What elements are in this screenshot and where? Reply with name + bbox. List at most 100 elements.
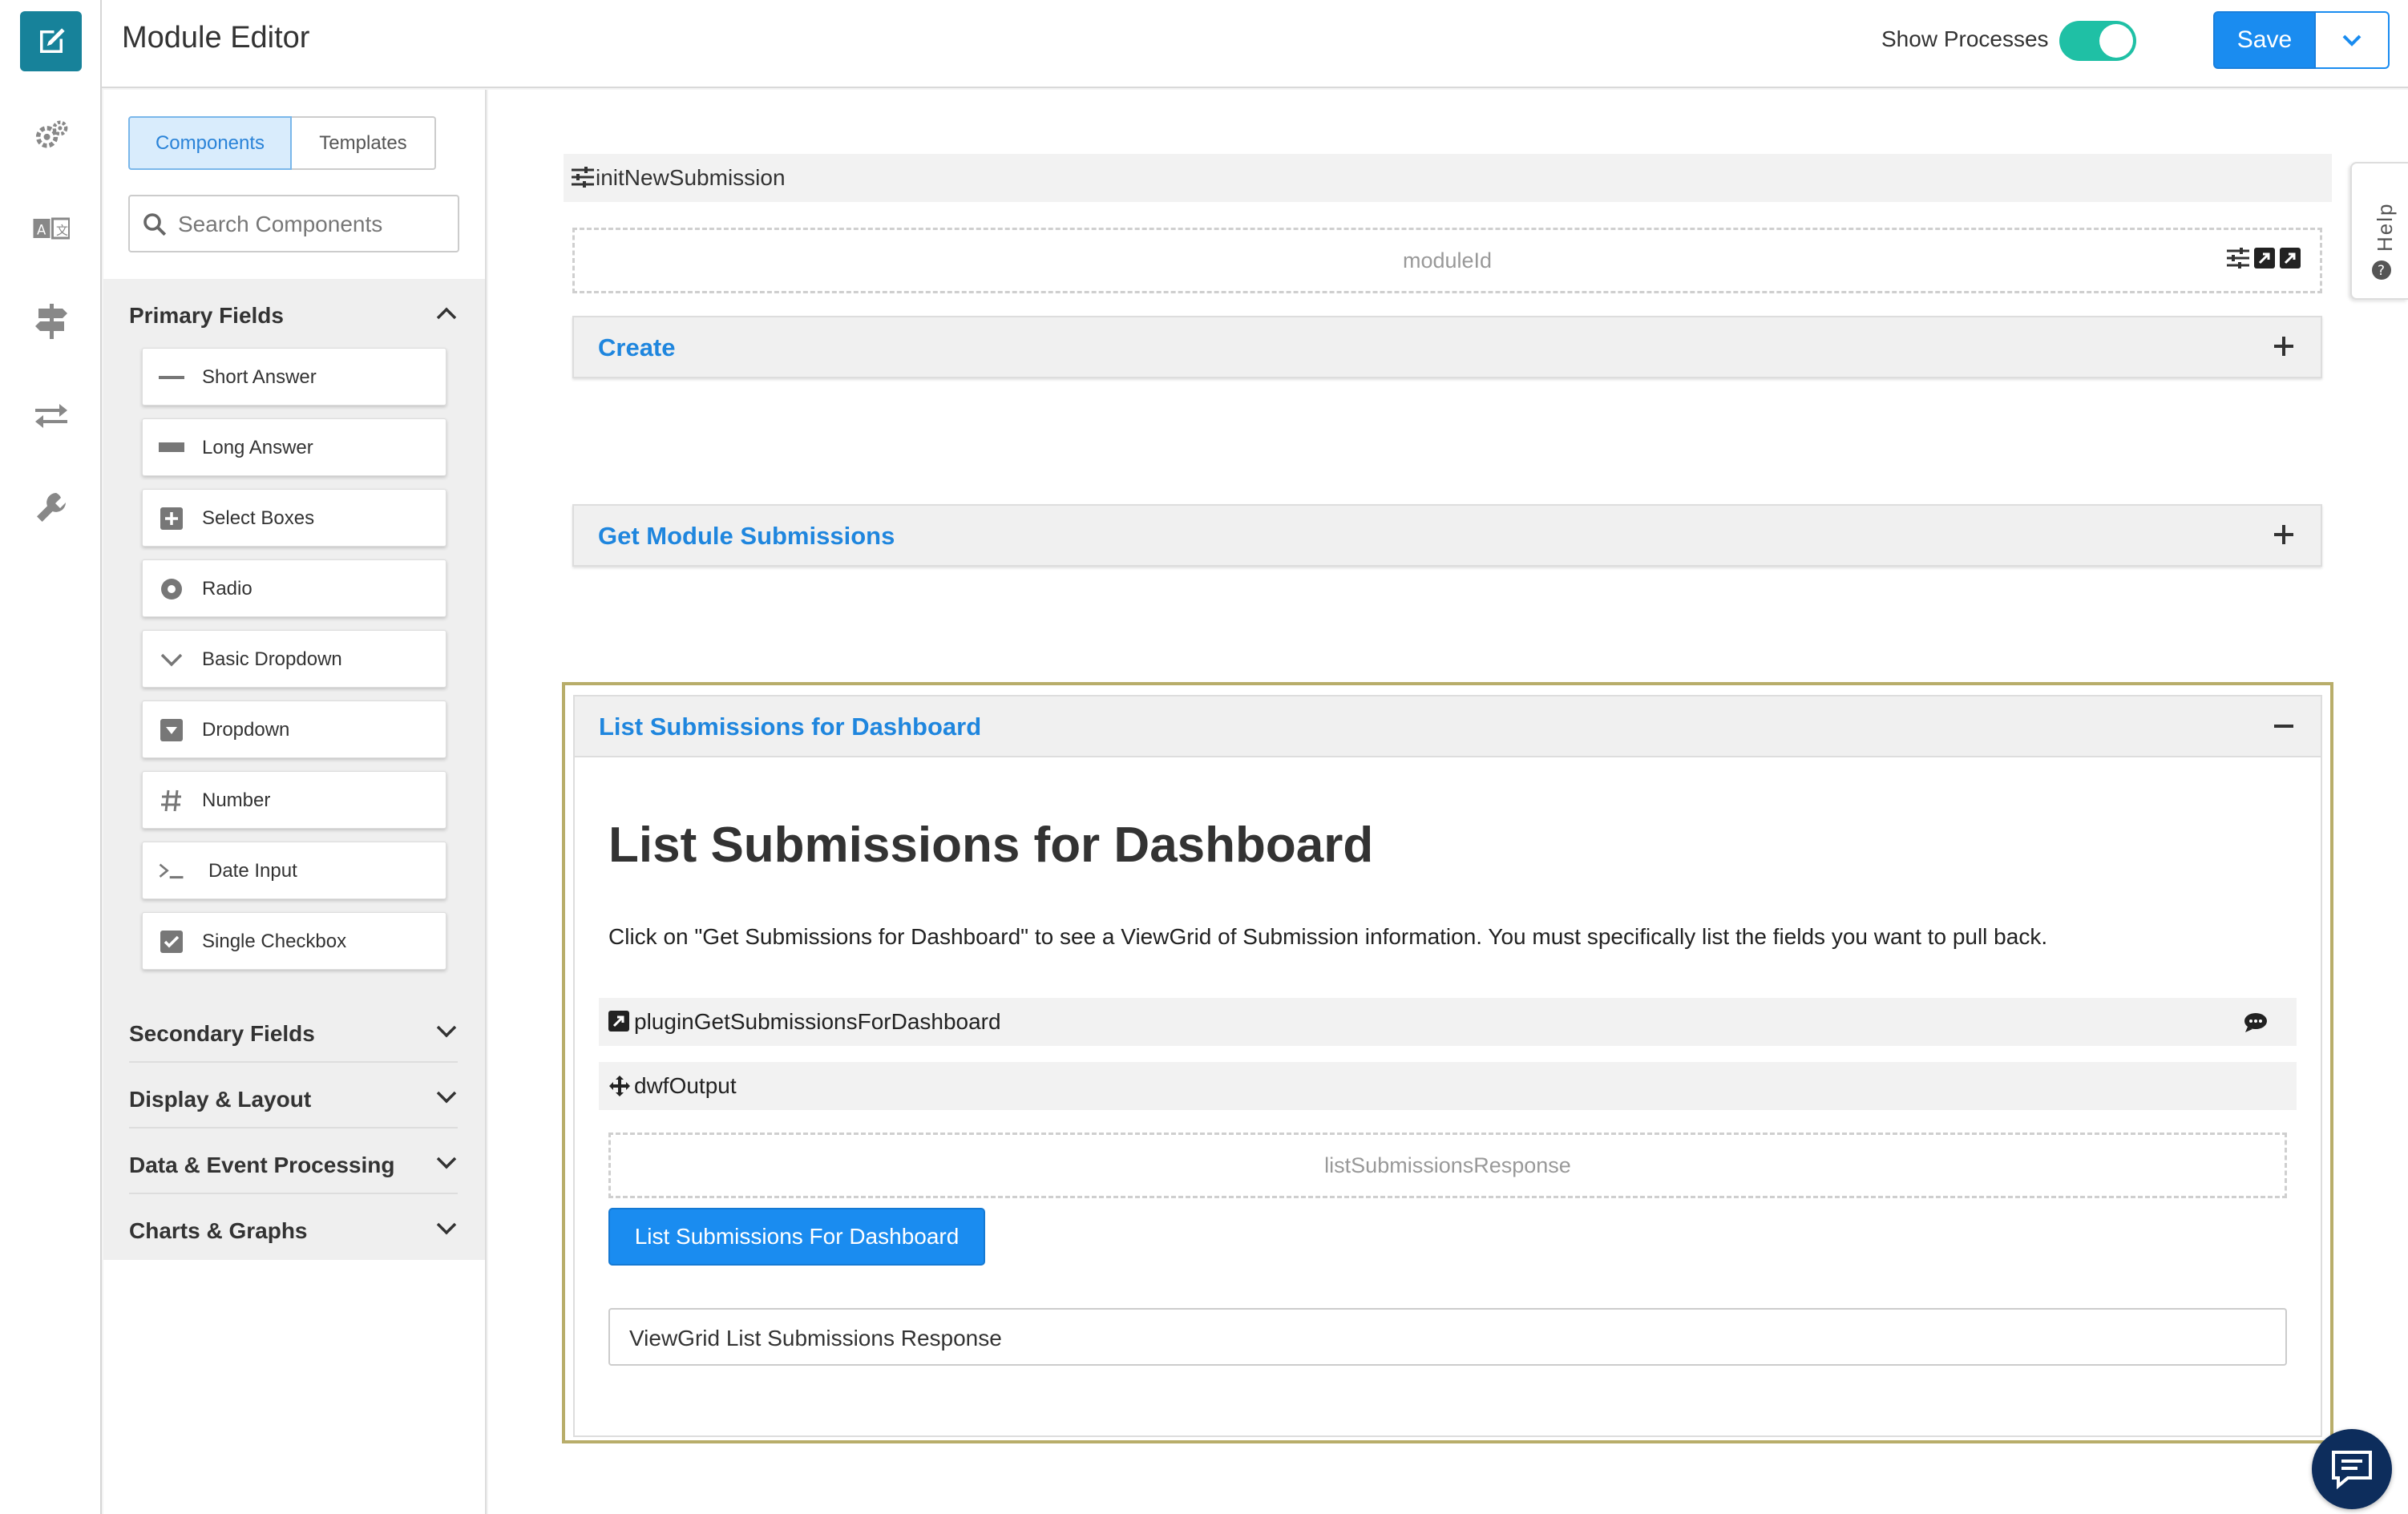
component-label: Date Input [208,860,297,882]
chevron-down-icon [436,1157,457,1169]
hashtag-icon [159,788,184,814]
plugin-name: pluginGetSubmissionsForDashboard [634,1009,1001,1034]
gears-icon[interactable] [31,115,71,155]
field-key: listSubmissionsResponse [1324,1153,1571,1177]
component-label: Short Answer [202,366,317,388]
plugin-icon[interactable] [2280,248,2301,268]
plugin-icon [608,1011,629,1032]
module-id-field[interactable]: moduleId [572,228,2322,293]
component-long-answer[interactable]: Long Answer [142,418,446,476]
icon-rail: A文 [0,0,102,1514]
sidebar-tabs: Components Templates [128,116,436,170]
component-label: Single Checkbox [202,931,347,952]
component-dropdown[interactable]: Dropdown [142,700,446,758]
component-label: Select Boxes [202,507,315,529]
page-title: Module Editor [122,21,310,55]
wrench-icon[interactable] [31,487,71,527]
chat-icon [2332,1451,2372,1489]
caret-square-down-icon [159,717,184,743]
svg-text:?: ? [2378,263,2385,279]
chevron-down-icon [436,1025,457,1038]
chat-button[interactable] [2312,1429,2392,1509]
translate-icon[interactable]: A文 [31,208,71,248]
radio-icon [159,576,184,602]
minus-icon[interactable] [2269,712,2298,741]
plus-icon[interactable] [2269,520,2298,549]
chevron-down-icon [159,647,184,672]
tab-components[interactable]: Components [128,116,292,170]
list-submissions-button[interactable]: List Submissions For Dashboard [608,1208,985,1266]
section-description: Click on "Get Submissions for Dashboard"… [608,924,2048,949]
svg-text:文: 文 [56,224,68,238]
component-number[interactable]: Number [142,771,446,829]
top-bar: Module Editor Show Processes Save [102,0,2408,88]
sidebar-header: Components Templates [103,90,485,279]
category-label: Primary Fields [129,303,284,328]
category-primary-fields[interactable]: Primary Fields [103,284,485,348]
chevron-down-icon [436,1222,457,1235]
search-input[interactable] [178,204,450,244]
panel-get-module-submissions[interactable]: Get Module Submissions [572,504,2322,567]
category-label: Secondary Fields [129,1021,315,1046]
category-display-layout[interactable]: Display & Layout [103,1068,485,1132]
plugin-bar[interactable]: pluginGetSubmissionsForDashboard [599,998,2297,1046]
chevron-down-icon [436,1091,457,1104]
sidebar-footer-space [103,1260,485,1514]
search-icon [143,213,167,236]
component-select-boxes[interactable]: Select Boxes [142,489,446,547]
plus-icon[interactable] [2269,332,2298,361]
svg-text:A: A [37,223,46,238]
help-label: Help [2373,202,2397,252]
category-data-event-processing[interactable]: Data & Event Processing [103,1133,485,1197]
output-bar[interactable]: dwfOutput [599,1062,2297,1110]
viewgrid-field[interactable]: ViewGrid List Submissions Response [608,1308,2287,1366]
response-field[interactable]: listSubmissionsResponse [608,1132,2287,1198]
divider [129,1193,458,1194]
field-key: moduleId [1402,248,1493,273]
sliders-icon[interactable] [2227,248,2249,268]
component-label: Number [202,789,271,811]
component-label: Radio [202,578,253,600]
category-charts-graphs[interactable]: Charts & Graphs [103,1199,485,1263]
chevron-up-icon [436,307,457,320]
plus-square-icon [159,506,184,531]
plugin-icon[interactable] [2254,248,2275,268]
short-answer-icon [159,365,184,390]
category-secondary-fields[interactable]: Secondary Fields [103,1002,485,1066]
component-date-input[interactable]: Date Input [142,842,446,899]
tab-templates[interactable]: Templates [292,116,436,170]
toggle-knob [2099,24,2133,58]
panel-header[interactable]: List Submissions for Dashboard [575,696,2321,757]
section-heading: List Submissions for Dashboard [608,818,1374,873]
component-label: Basic Dropdown [202,648,342,670]
show-processes-toggle[interactable] [2059,21,2136,61]
selected-panel-frame[interactable]: List Submissions for Dashboard List Subm… [562,682,2333,1443]
component-single-checkbox[interactable]: Single Checkbox [142,912,446,970]
component-sidebar: Components Templates Primary Fields Shor… [103,90,487,1514]
panel-create[interactable]: Create [572,316,2322,378]
exchange-icon[interactable] [31,394,71,434]
signpost-icon[interactable] [31,301,71,341]
panel-title: Get Module Submissions [598,522,895,550]
chevron-down-icon [2342,34,2362,46]
process-bar[interactable]: initNewSubmission [564,154,2332,202]
help-tab[interactable]: Help ? [2350,162,2408,300]
search-box [128,195,459,252]
save-button-group: Save [2213,11,2390,69]
question-circle-icon: ? [2372,260,2391,280]
category-label: Display & Layout [129,1087,312,1112]
save-button[interactable]: Save [2213,11,2316,69]
panel-list-submissions-dashboard: List Submissions for Dashboard List Subm… [573,695,2322,1437]
edit-icon[interactable] [20,11,82,71]
component-radio[interactable]: Radio [142,559,446,617]
save-options-button[interactable] [2316,11,2390,69]
component-basic-dropdown[interactable]: Basic Dropdown [142,630,446,688]
category-label: Data & Event Processing [129,1153,395,1177]
divider [129,1127,458,1128]
component-short-answer[interactable]: Short Answer [142,348,446,406]
canvas-surface: initNewSubmission moduleId Create Get Mo… [488,90,2408,1514]
comment-icon[interactable] [2244,1012,2268,1033]
process-name: initNewSubmission [596,165,786,190]
viewgrid-label: ViewGrid List Submissions Response [629,1326,1002,1350]
panel-title: List Submissions for Dashboard [599,713,982,741]
